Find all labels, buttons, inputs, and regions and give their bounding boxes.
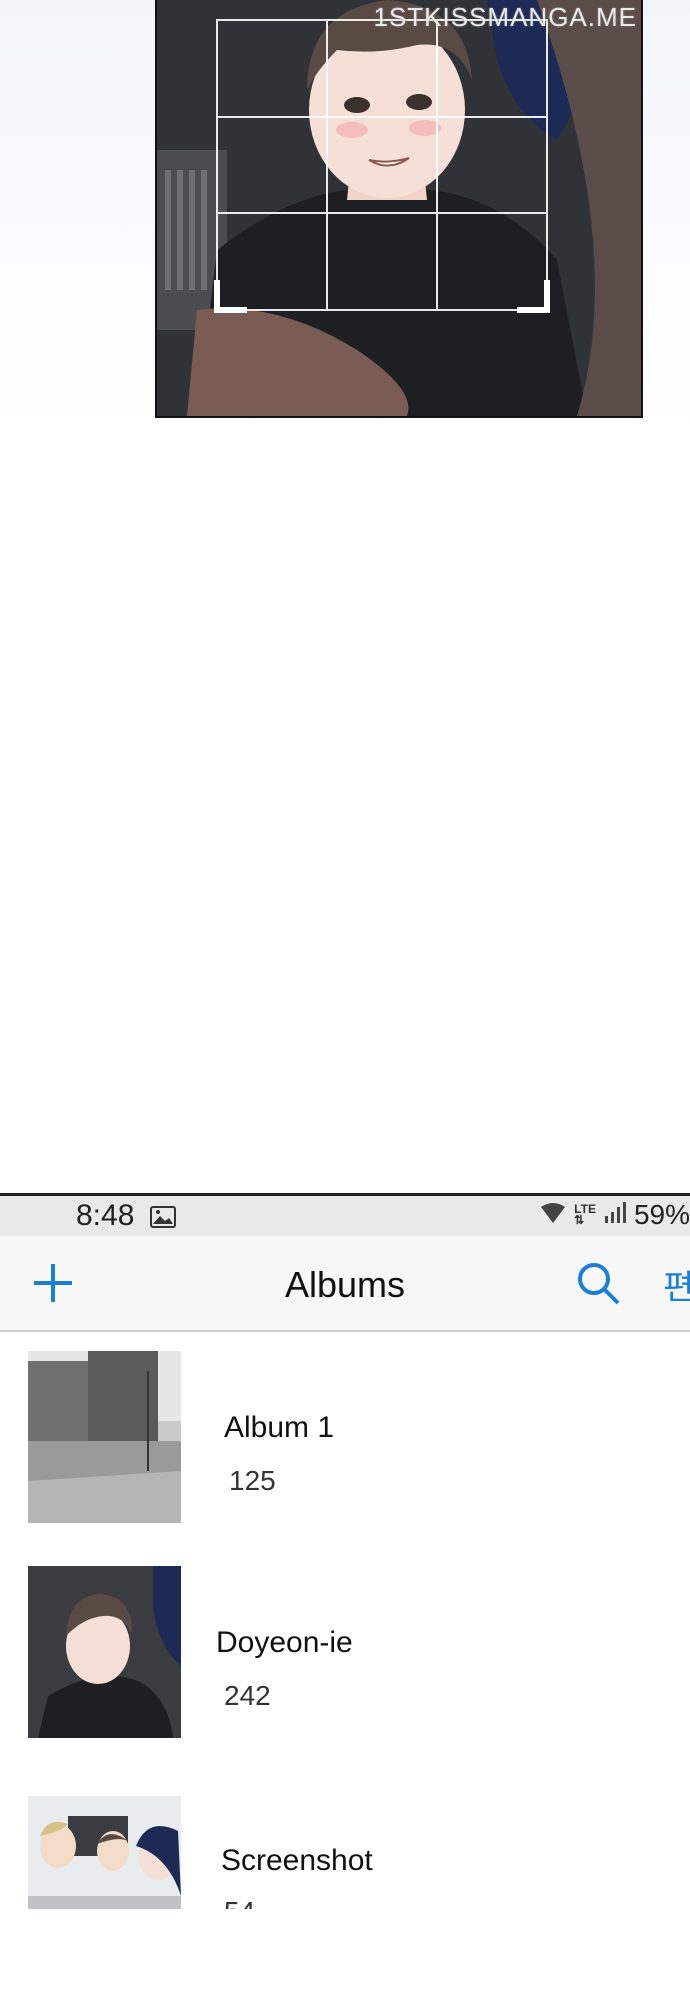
search-button[interactable] <box>573 1258 623 1308</box>
search-icon <box>578 1263 620 1305</box>
status-time: 8:48 <box>76 1199 135 1232</box>
album-row-album-1[interactable]: Album 1 125 <box>0 1351 690 1531</box>
phone-screen: 8:48 LTE ⇅ 59% Albums Album 1 125 Doyeon… <box>0 1193 690 1909</box>
status-bar: 8:48 LTE ⇅ 59% <box>0 1196 690 1236</box>
plus-icon <box>34 1264 72 1302</box>
image-icon <box>150 1206 176 1233</box>
status-indicators: LTE ⇅ 59% <box>540 1199 690 1231</box>
edit-button[interactable]: 편 <box>663 1260 690 1309</box>
album-thumbnail <box>28 1351 181 1523</box>
album-thumbnail <box>28 1566 181 1738</box>
battery-percent: 59% <box>633 1199 690 1230</box>
album-count: 54 <box>224 1896 255 1909</box>
wifi-icon <box>540 1202 566 1229</box>
album-row-doyeon-ie[interactable]: Doyeon-ie 242 <box>0 1566 690 1746</box>
album-thumbnail <box>28 1796 181 1909</box>
signal-icon <box>604 1201 626 1229</box>
album-row-screenshot[interactable]: Screenshot 54 <box>0 1796 690 1909</box>
album-name: Screenshot <box>221 1844 373 1877</box>
album-count: 125 <box>229 1465 276 1496</box>
add-album-button[interactable] <box>28 1258 78 1308</box>
album-name: Doyeon-ie <box>216 1626 353 1659</box>
manga-panel-area: 1STKISSMANGA.ME <box>0 0 690 440</box>
album-count: 242 <box>224 1680 271 1711</box>
manga-panel-illustration: 1STKISSMANGA.ME <box>155 0 643 418</box>
network-type: LTE ⇅ <box>574 1202 596 1227</box>
watermark-text: 1STKISSMANGA.ME <box>373 2 637 32</box>
albums-nav-bar: Albums 편 <box>0 1236 690 1332</box>
album-name: Album 1 <box>224 1411 335 1444</box>
illustration-boy-photo <box>157 0 641 416</box>
